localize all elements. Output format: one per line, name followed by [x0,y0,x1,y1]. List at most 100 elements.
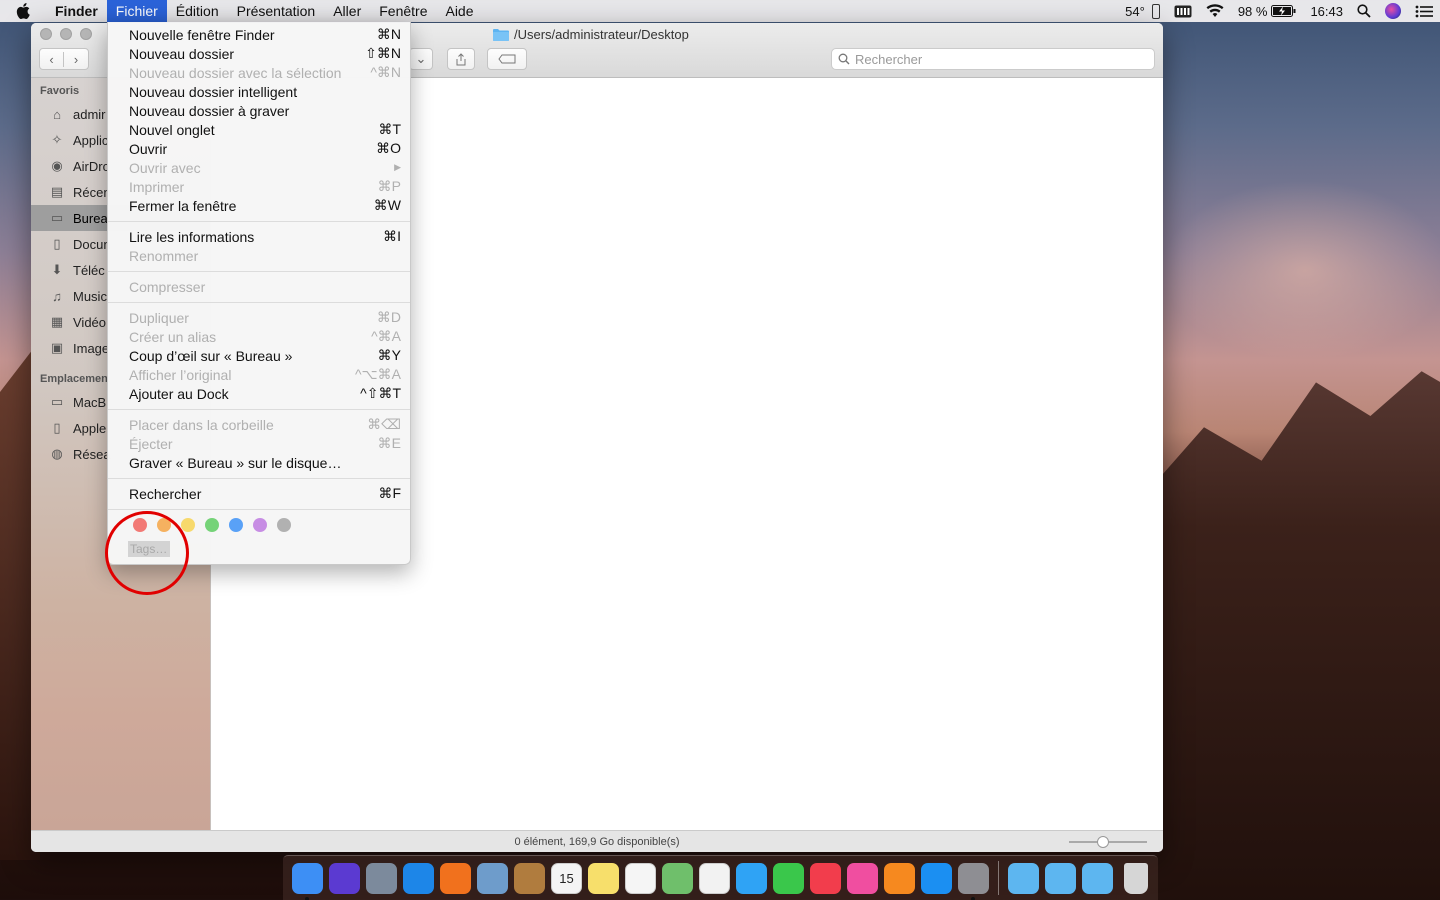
siri-icon[interactable] [329,862,360,894]
wallpaper-glow [1160,180,1440,360]
tag-color-gray[interactable] [277,518,291,532]
forward-button[interactable]: › [64,52,88,67]
applications-folder-icon[interactable] [1008,862,1039,894]
window-title: /Users/administrateur/Desktop [493,27,689,42]
battery-status[interactable]: 98 % [1238,4,1297,19]
photos-icon[interactable] [699,862,730,894]
apple-menu-icon[interactable] [0,0,46,22]
trash-icon[interactable] [1124,862,1148,894]
view-dropdown-button[interactable]: ⌄ [409,48,433,70]
tag-color-purple[interactable] [253,518,267,532]
news-icon[interactable] [810,862,841,894]
search-field[interactable]: Rechercher [831,48,1155,70]
menu-item-label: Afficher l’original [129,366,232,383]
safari-icon[interactable] [403,862,434,894]
menu-item-label: Créer un alias [129,328,217,345]
messages-icon[interactable] [736,862,767,894]
menu-item-imprimer: Imprimer ⌘P [108,177,410,196]
menu-item-label: Nouvelle fenêtre Finder [129,26,275,43]
dock: 15 [283,855,1158,900]
phone-icon[interactable] [1151,3,1160,19]
minimize-button[interactable] [60,28,72,40]
menu-item-nouveau-dossier-intelligent[interactable]: Nouveau dossier intelligent [108,82,410,101]
launchpad-icon[interactable] [366,862,397,894]
sidebar-item-label: Image [73,340,110,356]
menu-item-shortcut: ⌘E [377,435,401,451]
tags-button[interactable] [487,48,527,70]
tag-color-yellow[interactable] [181,518,195,532]
highlight-annotation-circle [105,511,189,595]
menu-item-ejecter: Éjecter ⌘E [108,434,410,453]
menu-aide[interactable]: Aide [436,0,482,22]
documents-folder-icon[interactable] [1045,862,1076,894]
menu-item-label: Compresser [129,278,206,295]
back-button[interactable]: ‹ [40,51,65,67]
menu-item-nouvel-onglet[interactable]: Nouvel onglet ⌘T [108,120,410,139]
itunes-icon[interactable] [847,862,878,894]
menu-item-shortcut: ⌘N [376,26,401,42]
menu-item-nouvelle-fenetre-finder[interactable]: Nouvelle fenêtre Finder ⌘N [108,25,410,44]
notes-icon[interactable] [588,862,619,894]
menu-fichier[interactable]: Fichier [106,0,167,22]
downloads-icon: ⬇ [51,262,63,277]
firefox-icon[interactable] [440,862,471,894]
menu-item-shortcut: ^⌘A [371,328,401,344]
maps-icon[interactable] [662,862,693,894]
menu-item-coup-d-il-sur-bureau[interactable]: Coup d’œil sur « Bureau » ⌘Y [108,346,410,365]
sidebar-item-label: Vidéo [73,314,107,330]
recents-icon: ▤ [50,184,64,199]
menu-item-label: Nouvel onglet [129,121,215,138]
icon-size-slider[interactable] [1069,836,1147,848]
menu-item-compresser: Compresser [108,277,410,296]
menu-item-lire-les-informations[interactable]: Lire les informations ⌘I [108,227,410,246]
zoom-button[interactable] [80,28,92,40]
system-preferences-icon[interactable] [958,862,989,900]
menu-item-shortcut: ⌘D [376,309,401,325]
menu-aller[interactable]: Aller [324,0,370,22]
finder-icon[interactable] [292,862,323,900]
slider-knob[interactable] [1097,836,1109,848]
tag-color-blue[interactable] [229,518,243,532]
menu-item-nouveau-dossier[interactable]: Nouveau dossier ⇧⌘N [108,44,410,63]
menu-item-label: Rechercher [129,485,202,502]
tag-color-green[interactable] [205,518,219,532]
notification-center-icon[interactable] [1415,5,1433,18]
menu-edition[interactable]: Édition [167,0,228,22]
spotlight-icon[interactable] [1357,4,1371,18]
menu-fenetre[interactable]: Fenêtre [370,0,436,22]
menu-item-graver-bureau-sur-le-disque[interactable]: Graver « Bureau » sur le disque… [108,453,410,472]
menu-item-shortcut: ⌘P [377,178,401,194]
menu-finder[interactable]: Finder [46,0,107,22]
temperature-readout[interactable]: 54° [1125,4,1145,19]
menu-item-ouvrir[interactable]: Ouvrir ⌘O [108,139,410,158]
clock[interactable]: 16:43 [1310,4,1343,19]
menu-separator [108,221,410,222]
share-button[interactable] [447,48,475,70]
sidebar-item-label: Burea [73,210,108,226]
books-icon[interactable] [884,862,915,894]
disk-icon: ▯ [53,420,61,435]
desktop-icon: ▭ [50,210,64,225]
menu-item-label: Imprimer [129,178,185,195]
facetime-icon[interactable] [773,862,804,894]
appstore-icon[interactable] [921,862,952,894]
siri-icon[interactable] [1385,3,1401,19]
wifi-icon[interactable] [1206,4,1224,18]
sidebar-item-label: Applic [73,132,109,148]
menu-item-fermer-la-fenetre[interactable]: Fermer la fenêtre ⌘W [108,196,410,215]
pictures-icon: ▣ [50,340,64,355]
contacts-icon[interactable] [514,862,545,894]
keyboard-icon[interactable] [1174,5,1192,18]
menu-presentation[interactable]: Présentation [228,0,325,22]
menu-item-nouveau-dossier-a-graver[interactable]: Nouveau dossier à graver [108,101,410,120]
menu-item-ouvrir-avec: Ouvrir avec ▶ [108,158,410,177]
preview-icon[interactable] [477,862,508,894]
menu-item-rechercher[interactable]: Rechercher ⌘F [108,484,410,503]
calendar-icon[interactable]: 15 [551,862,582,894]
close-button[interactable] [40,28,52,40]
menu-item-ajouter-au-dock[interactable]: Ajouter au Dock ^⇧⌘T [108,384,410,403]
menu-item-shortcut: ^⌥⌘A [354,366,401,382]
downloads-folder-icon[interactable] [1082,862,1113,894]
menu-item-shortcut: ⌘F [378,485,401,501]
reminders-icon[interactable] [625,862,656,894]
